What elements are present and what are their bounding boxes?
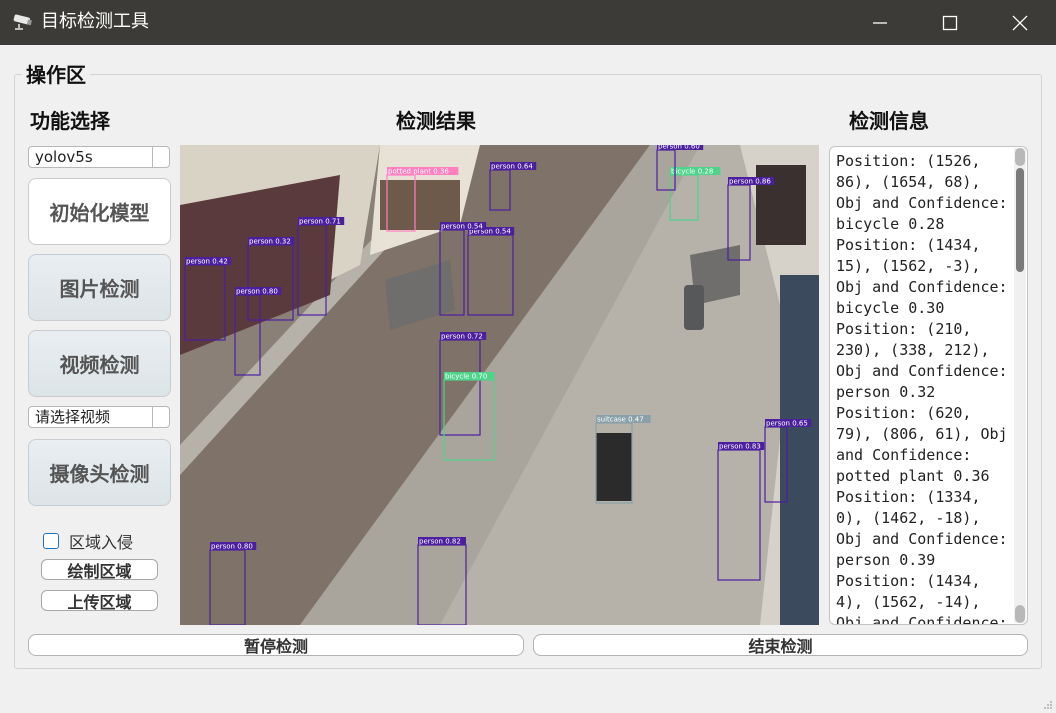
detection-label: person 0.71 [299,218,341,226]
detection-info-textarea[interactable]: Position: (1526, 86), (1654, 68), Obj an… [829,146,1028,625]
scroll-down-button[interactable] [1015,605,1025,623]
detection-result-view: potted plant 0.36 person 0.64 person 0.54 p… [180,145,819,625]
video-detect-button[interactable]: 视频检测 [28,330,171,397]
window-title: 目标检测工具 [41,11,149,32]
image-detect-button[interactable]: 图片检测 [28,254,171,321]
security-camera-icon [13,14,32,30]
upload-region-button[interactable]: 上传区域 [41,590,158,612]
detection-label: person 0.65 [766,420,808,428]
draw-region-button[interactable]: 绘制区域 [41,559,158,581]
groupbox-title: 操作区 [22,61,90,89]
camera-detect-button[interactable]: 摄像头检测 [28,439,171,506]
video-select[interactable]: 请选择视频 [28,406,170,428]
pause-detect-button[interactable]: 暂停检测 [28,634,524,656]
detection-label: bicycle 0.28 [671,168,713,176]
region-intrusion-checkbox[interactable]: 区域入侵 [43,529,133,553]
init-model-button[interactable]: 初始化模型 [28,178,171,245]
minimize-button[interactable] [845,0,915,45]
detection-label: bicycle 0.70 [445,373,487,381]
maximize-button[interactable] [915,0,985,45]
detection-label: person 0.42 [186,258,228,266]
detection-label: person 0.32 [249,238,291,246]
detection-label: person 0.82 [419,538,461,546]
detection-label: person 0.86 [729,178,771,186]
detection-label: potted plant 0.36 [388,168,449,176]
model-select[interactable]: yolov5s [28,146,170,168]
scrollbar-thumb[interactable] [1016,168,1024,272]
detection-label: person 0.80 [211,543,253,551]
detection-label: suitcase 0.47 [597,416,644,424]
stop-detect-button[interactable]: 结束检测 [533,634,1028,656]
detection-label: person 0.54 [441,223,483,231]
result-section-title: 检测结果 [396,109,476,133]
function-section-title: 功能选择 [30,109,110,133]
close-icon [1012,15,1028,30]
detection-frame-image: potted plant 0.36 person 0.64 person 0.54 p… [180,145,819,625]
checkbox-icon[interactable] [43,533,59,549]
detection-label: person 0.83 [719,443,761,451]
close-button[interactable] [985,0,1055,45]
title-bar: 目标检测工具 [0,0,1056,45]
detection-label: person 0.64 [491,163,533,171]
scroll-up-button[interactable] [1015,148,1025,166]
model-select-value: yolov5s [35,148,93,166]
maximize-icon [942,15,958,30]
minimize-icon [873,21,887,24]
detection-label: person 0.80 [236,288,278,296]
video-select-value: 请选择视频 [35,408,111,426]
resize-grip-icon[interactable] [1043,700,1053,710]
dropdown-arrow-icon[interactable] [152,147,169,167]
detection-label: person 0.60 [658,145,700,151]
dropdown-arrow-icon[interactable] [152,407,169,427]
vertical-scrollbar[interactable] [1014,148,1026,623]
info-section-title: 检测信息 [849,109,929,133]
detection-info-text: Position: (1526, 86), (1654, 68), Obj an… [836,152,1008,625]
detection-label: person 0.72 [441,333,483,341]
region-intrusion-label: 区域入侵 [69,533,134,552]
